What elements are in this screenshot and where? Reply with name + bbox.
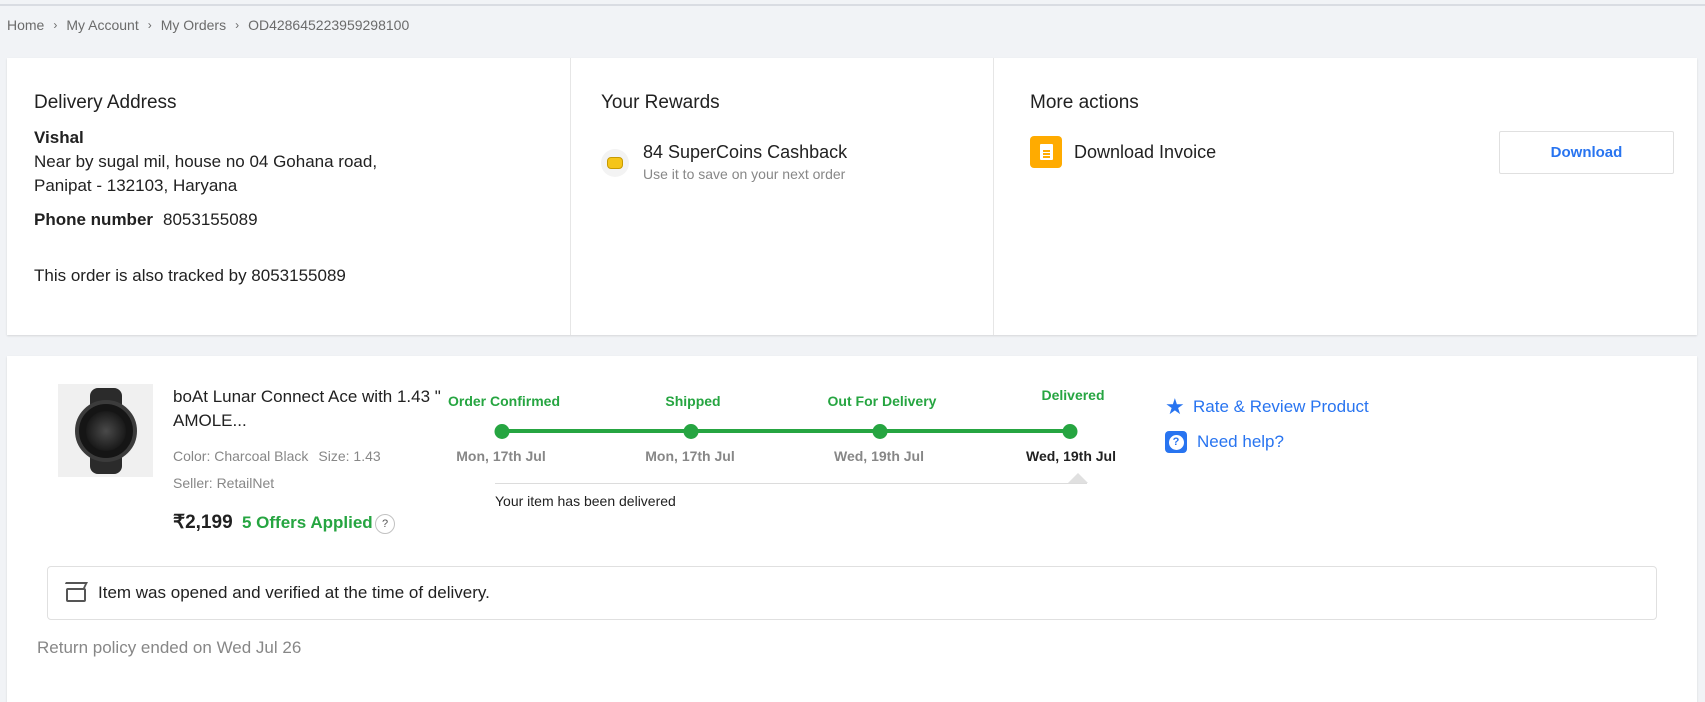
supercoin-icon <box>601 149 629 177</box>
download-invoice-button[interactable]: Download <box>1499 131 1674 174</box>
step-dot-delivered <box>1062 424 1078 439</box>
step-label-out-for-delivery: Out For Delivery <box>827 393 937 409</box>
invoice-icon <box>1030 136 1062 168</box>
rewards-subtitle: Use it to save on your next order <box>643 166 846 182</box>
breadcrumb-my-account[interactable]: My Account <box>66 17 138 33</box>
product-price: ₹2,199 <box>173 512 233 533</box>
phone-row: Phone number 8053155089 <box>34 208 258 232</box>
tracked-by-text: This order is also tracked by 8053155089 <box>34 266 346 285</box>
more-actions-heading: More actions <box>1030 92 1139 113</box>
phone-label: Phone number <box>34 210 154 229</box>
step-label-order-confirmed: Order Confirmed <box>447 393 561 409</box>
help-icon: ? <box>1165 431 1187 453</box>
step-dot-order-confirmed <box>494 424 510 439</box>
step-label-shipped: Shipped <box>665 393 721 409</box>
top-divider <box>0 4 1705 6</box>
tracking-progress-line <box>502 429 1077 433</box>
step-date-shipped: Mon, 17th Jul <box>645 448 735 464</box>
address-line-2: Panipat - 132103, Haryana <box>34 176 238 195</box>
product-image[interactable] <box>58 384 153 477</box>
order-summary-card: Delivery Address Vishal Near by sugal mi… <box>7 58 1697 335</box>
step-date-order-confirmed: Mon, 17th Jul <box>456 448 546 464</box>
delivery-status-message: Your item has been delivered <box>495 493 676 509</box>
product-seller: Seller: RetailNet <box>173 475 275 491</box>
step-label-delivered: Delivered <box>1041 387 1105 403</box>
step-dot-out-for-delivery <box>872 424 888 439</box>
chevron-right-icon: › <box>147 18 152 32</box>
breadcrumb-home[interactable]: Home <box>7 17 44 33</box>
chevron-right-icon: › <box>53 18 58 32</box>
product-size: Size: 1.43 <box>318 448 381 464</box>
offers-applied[interactable]: 5 Offers Applied <box>242 513 373 533</box>
return-policy-text: Return policy ended on Wed Jul 26 <box>37 638 302 657</box>
delivery-address-section: Delivery Address Vishal Near by sugal mi… <box>7 58 571 335</box>
step-date-delivered: Wed, 19th Jul <box>1026 448 1116 464</box>
phone-number: 8053155089 <box>163 210 258 229</box>
step-dot-shipped <box>683 424 699 439</box>
rate-review-label: Rate & Review Product <box>1193 397 1369 416</box>
step-date-out-for-delivery: Wed, 19th Jul <box>834 448 924 464</box>
download-invoice-label: Download Invoice <box>1074 142 1217 162</box>
supercoins-cashback: 84 SuperCoins Cashback <box>643 142 848 162</box>
need-help-label: Need help? <box>1197 432 1284 451</box>
caret-up-icon <box>1068 473 1088 483</box>
product-variant: Color: Charcoal Black Size: 1.43 <box>173 448 381 464</box>
need-help-link[interactable]: ? Need help? <box>1165 431 1284 453</box>
delivery-address-heading: Delivery Address <box>34 92 177 113</box>
chevron-right-icon: › <box>235 18 240 32</box>
question-icon[interactable]: ? <box>375 514 395 534</box>
verification-text: Item was opened and verified at the time… <box>98 583 490 602</box>
rate-review-link[interactable]: ★ Rate & Review Product <box>1165 394 1369 420</box>
star-icon: ★ <box>1165 394 1185 419</box>
open-box-icon <box>62 582 90 604</box>
product-color: Color: Charcoal Black <box>173 448 309 464</box>
order-item-card: boAt Lunar Connect Ace with 1.43 " AMOLE… <box>7 356 1697 702</box>
product-title[interactable]: boAt Lunar Connect Ace with 1.43 " AMOLE… <box>173 385 443 433</box>
address-line-1: Near by sugal mil, house no 04 Gohana ro… <box>34 152 378 171</box>
tracking-divider <box>495 483 1087 484</box>
rewards-heading: Your Rewards <box>601 92 720 113</box>
more-actions-section: More actions Download Invoice Download <box>994 58 1697 335</box>
open-box-verification-banner: Item was opened and verified at the time… <box>47 566 1657 620</box>
breadcrumb-my-orders[interactable]: My Orders <box>161 17 226 33</box>
breadcrumb: Home › My Account › My Orders › OD428645… <box>7 17 409 33</box>
breadcrumb-order-id: OD428645223959298100 <box>248 17 410 33</box>
rewards-section: Your Rewards 84 SuperCoins Cashback Use … <box>571 58 994 335</box>
recipient-name: Vishal <box>34 128 84 147</box>
